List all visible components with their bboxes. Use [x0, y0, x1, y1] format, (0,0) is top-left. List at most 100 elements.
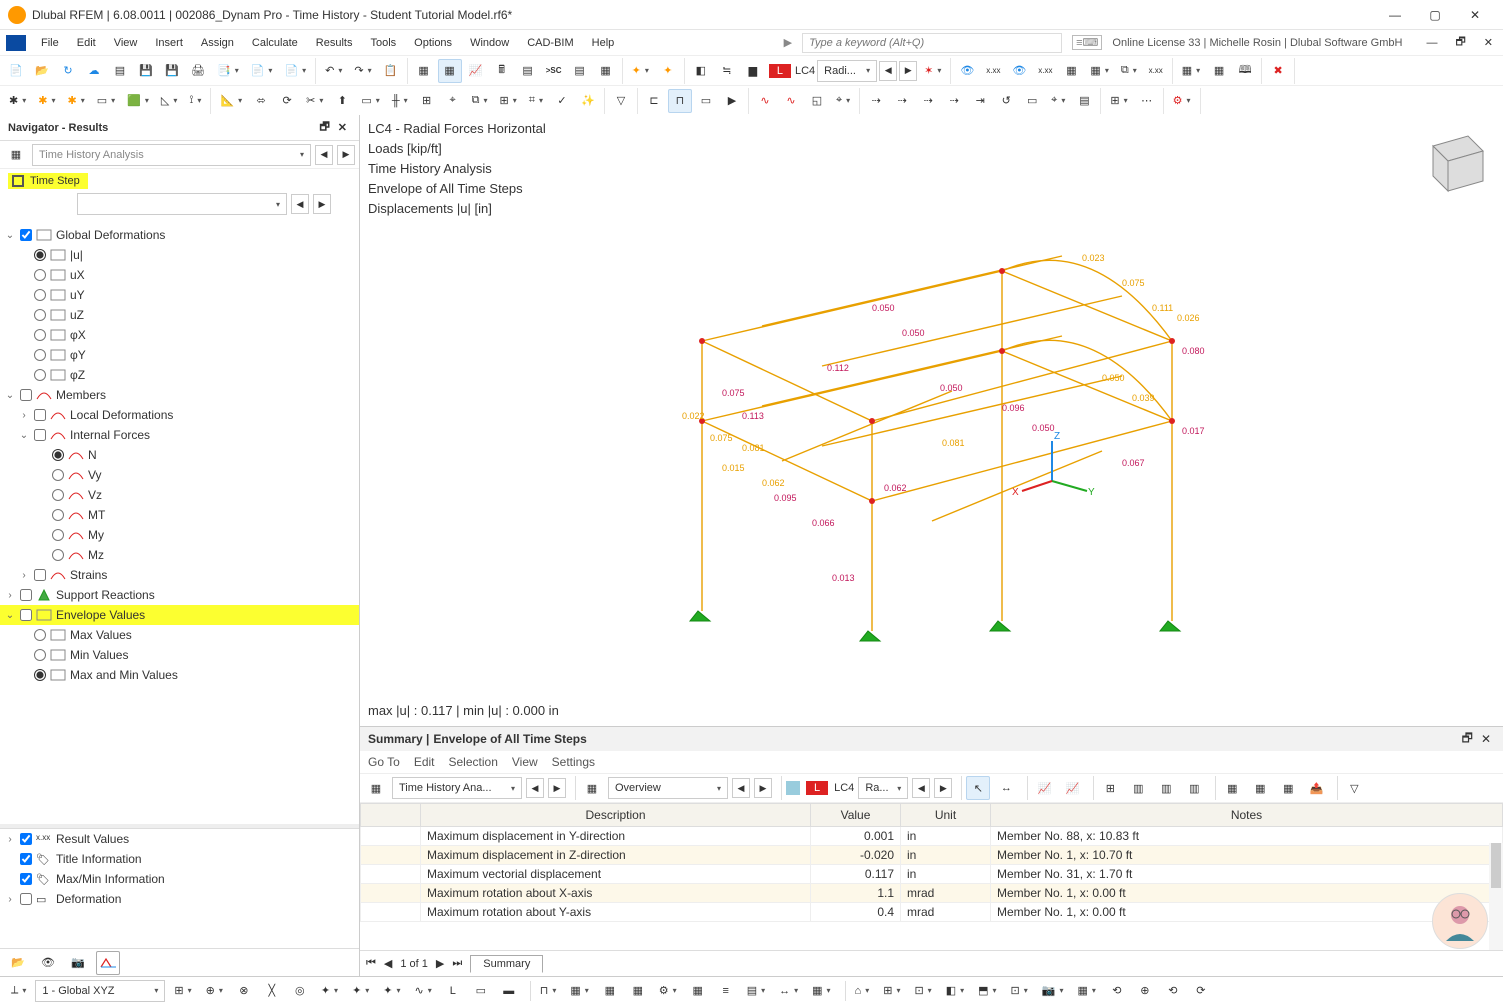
ux-label[interactable]: uX	[70, 268, 85, 282]
st30-icon[interactable]: ▦▾	[1072, 979, 1100, 1003]
clear-results-icon[interactable]: ✖	[1266, 59, 1290, 83]
menu-view[interactable]: View	[105, 35, 147, 51]
vy-label[interactable]: Vy	[88, 468, 102, 482]
st17-icon[interactable]: ⚙▾	[654, 979, 682, 1003]
st33-icon[interactable]: ⟲	[1161, 979, 1185, 1003]
summary-tab[interactable]: Summary	[470, 955, 543, 973]
grid3-icon[interactable]: ▦	[1276, 776, 1300, 800]
minimize-button[interactable]: —	[1375, 1, 1415, 29]
join-icon[interactable]: ⊞	[415, 89, 439, 113]
timestep-combo[interactable]: ▾	[77, 193, 287, 215]
lc-next-button[interactable]: ▶	[899, 61, 917, 81]
title-info-label[interactable]: Title Information	[56, 852, 142, 866]
vz-radio[interactable]	[52, 489, 64, 501]
phiy-radio[interactable]	[34, 349, 46, 361]
nav-data-icon[interactable]: ▦	[412, 59, 436, 83]
align-mode-icon[interactable]: ▆	[741, 59, 765, 83]
d8-icon[interactable]: ⌖▾	[1046, 89, 1070, 113]
node-icon[interactable]: ✱▾	[4, 89, 31, 113]
menu-options[interactable]: Options	[405, 35, 461, 51]
n-radio[interactable]	[52, 449, 64, 461]
mdi-close-button[interactable]: ✕	[1480, 36, 1497, 49]
d4-icon[interactable]: ⇢	[942, 89, 966, 113]
phiy-label[interactable]: φY	[70, 348, 86, 362]
strains-checkbox[interactable]	[34, 569, 46, 581]
ai-icon[interactable]: ⚙▾	[1168, 89, 1196, 113]
st32-icon[interactable]: ⊕	[1133, 979, 1157, 1003]
st22-icon[interactable]: ▦▾	[807, 979, 835, 1003]
v2-icon[interactable]: ⊓	[668, 89, 692, 113]
st16-icon[interactable]: ▦	[626, 979, 650, 1003]
st25-icon[interactable]: ⊡▾	[909, 979, 936, 1003]
panel-restore-icon[interactable]: 🗗	[315, 118, 333, 137]
page-icon[interactable]: 📄▾	[279, 59, 311, 83]
copy-d-icon[interactable]: ⧉▾	[1116, 59, 1142, 83]
summary-radi-prev[interactable]: ◀	[912, 778, 930, 798]
title-info-checkbox[interactable]	[20, 853, 32, 865]
deformation-checkbox[interactable]	[20, 893, 32, 905]
d5-icon[interactable]: ⇥	[968, 89, 992, 113]
summary-analysis-combo[interactable]: Time History Ana...▾	[392, 777, 522, 799]
align-left-icon[interactable]: ◧	[689, 59, 713, 83]
mz-label[interactable]: Mz	[88, 548, 104, 562]
eye1-icon[interactable]: 👁	[955, 59, 979, 83]
gen-icon[interactable]: ⌗▾	[524, 89, 548, 113]
st23-icon[interactable]: ⌂▾	[850, 979, 875, 1003]
sum-tb-icon2[interactable]: ▦	[580, 776, 604, 800]
n-label[interactable]: N	[88, 448, 97, 462]
internal-forces-label[interactable]: Internal Forces	[70, 428, 150, 442]
st24-icon[interactable]: ⊞▾	[878, 979, 905, 1003]
align-rot-icon[interactable]: ≒	[715, 59, 739, 83]
menu-file[interactable]: File	[32, 35, 68, 51]
members-checkbox[interactable]	[20, 389, 32, 401]
sheet-icon[interactable]: ▦	[594, 59, 618, 83]
max-min-values-label[interactable]: Max and Min Values	[70, 668, 178, 682]
extr-icon[interactable]: ⬆	[330, 89, 354, 113]
script-icon[interactable]: >SC	[542, 59, 566, 83]
u-radio[interactable]	[34, 249, 46, 261]
sel2-icon[interactable]: ↔	[994, 776, 1018, 800]
check-icon[interactable]: ✓	[550, 89, 574, 113]
v1-icon[interactable]: ⊏	[642, 89, 666, 113]
page-next-button[interactable]: ▶	[436, 957, 444, 970]
graph-icon[interactable]: 📈	[464, 59, 488, 83]
st18-icon[interactable]: ▦	[686, 979, 710, 1003]
summary-table[interactable]: Description Value Unit Notes Maximum dis…	[360, 803, 1503, 922]
print-icon[interactable]: 🖨	[186, 59, 210, 83]
d3-icon[interactable]: ⇢	[916, 89, 940, 113]
rigid-icon[interactable]: ⧉▾	[467, 89, 493, 113]
st8-icon[interactable]: ✦▾	[378, 979, 405, 1003]
summary-menu-edit[interactable]: Edit	[414, 755, 435, 769]
st34-icon[interactable]: ⟳	[1189, 979, 1213, 1003]
st4-icon[interactable]: ╳	[260, 979, 284, 1003]
my-radio[interactable]	[52, 529, 64, 541]
st26-icon[interactable]: ◧▾	[941, 979, 969, 1003]
diag2-icon[interactable]: 📈	[1060, 776, 1084, 800]
panel-close-icon[interactable]: ✕	[1477, 732, 1495, 746]
st9-icon[interactable]: ∿▾	[410, 979, 437, 1003]
summary-radi-combo[interactable]: Ra...▾	[858, 777, 908, 799]
star-grid-icon[interactable]: ✦	[656, 59, 680, 83]
analysis-next-button[interactable]: ▶	[337, 145, 355, 165]
st11-icon[interactable]: ▭	[469, 979, 493, 1003]
doc-view-icon[interactable]: ▤	[568, 59, 592, 83]
sel-icon[interactable]: ↖	[966, 776, 990, 800]
caret-icon[interactable]: ⌄	[4, 230, 16, 241]
save-icon[interactable]: 💾	[134, 59, 158, 83]
ucs-icon[interactable]: ⟂▾	[6, 979, 31, 1003]
mdi-restore-button[interactable]: 🗗	[1451, 33, 1469, 52]
strains-label[interactable]: Strains	[70, 568, 107, 582]
envelope-values-label[interactable]: Envelope Values	[56, 608, 145, 622]
mt-label[interactable]: MT	[88, 508, 105, 522]
max-values-label[interactable]: Max Values	[70, 628, 132, 642]
xxx3-icon[interactable]: x.xx	[1144, 59, 1168, 83]
members-label[interactable]: Members	[56, 388, 106, 402]
uy-label[interactable]: uY	[70, 288, 85, 302]
new-file-icon[interactable]: 📄	[4, 59, 28, 83]
envelope-checkbox[interactable]	[20, 609, 32, 621]
uy-radio[interactable]	[34, 289, 46, 301]
uz-label[interactable]: uZ	[70, 308, 84, 322]
bar2-icon[interactable]: ▥	[1154, 776, 1178, 800]
caret-icon[interactable]: ›	[18, 410, 30, 421]
bar1-icon[interactable]: ▥	[1126, 776, 1150, 800]
